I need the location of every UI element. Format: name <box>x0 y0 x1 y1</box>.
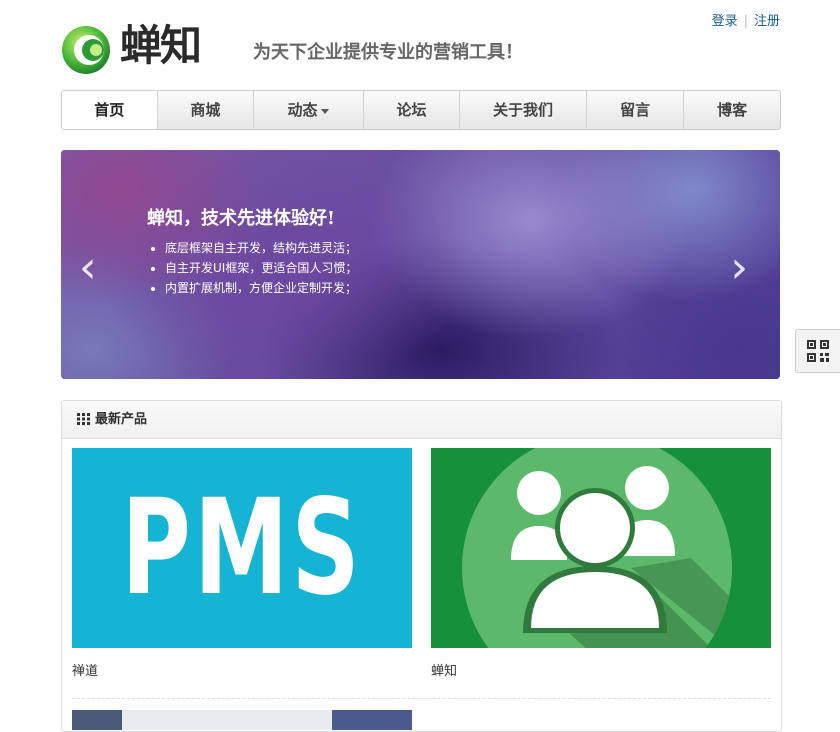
carousel-feature-item: 自主开发UI框架，更适合国人习惯； <box>165 258 357 278</box>
nav-item-forum[interactable]: 论坛 <box>364 91 461 129</box>
site-slogan: 为天下企业提供专业的营销工具！ <box>253 42 523 63</box>
panel-heading: 最新产品 <box>62 401 781 439</box>
panel-title: 最新产品 <box>95 412 148 427</box>
nav-item-label: 论坛 <box>396 101 427 119</box>
nav-item-home[interactable]: 首页 <box>62 91 158 129</box>
row-divider <box>72 698 771 699</box>
product-card-chanzhi[interactable]: 蝉知 <box>431 448 771 679</box>
nav-item-label: 动态 <box>287 101 318 119</box>
nav-item-about[interactable]: 关于我们 <box>460 91 587 129</box>
latest-products-panel: 最新产品 PMS 禅道 蝉知 <box>61 400 782 732</box>
product-card-chandao[interactable]: PMS 禅道 <box>72 448 412 679</box>
pms-logo-text: PMS <box>121 471 363 625</box>
product-image-pms[interactable]: PMS <box>72 448 412 648</box>
nav-item-message[interactable]: 留言 <box>587 91 685 129</box>
site-logo[interactable]: 蝉知 <box>60 20 230 76</box>
link-separator: | <box>743 14 748 29</box>
users-group-icon <box>462 448 732 648</box>
nav-item-label: 首页 <box>94 101 125 119</box>
logo-mark-icon <box>62 26 110 74</box>
nav-item-blog[interactable]: 博客 <box>684 91 780 129</box>
login-link[interactable]: 登录 <box>712 14 738 29</box>
logo-text: 蝉知 <box>120 21 202 70</box>
qrcode-button[interactable] <box>795 329 840 373</box>
register-link[interactable]: 注册 <box>754 14 780 29</box>
chevron-left-icon[interactable]: ‹ <box>79 246 97 290</box>
hero-carousel[interactable]: 蝉知，技术先进体验好! 底层框架自主开发，结构先进灵活； 自主开发UI框架，更适… <box>61 150 780 379</box>
product-image-chanzhi[interactable] <box>431 448 771 648</box>
qrcode-icon <box>807 340 829 362</box>
product-caption[interactable]: 禅道 <box>72 660 412 679</box>
top-user-links: 登录 | 注册 <box>712 10 780 29</box>
carousel-feature-list: 底层框架自主开发，结构先进灵活； 自主开发UI框架，更适合国人习惯； 内置扩展机… <box>149 238 357 298</box>
next-row-product-preview[interactable] <box>72 710 412 730</box>
product-caption[interactable]: 蝉知 <box>431 660 771 679</box>
nav-item-label: 留言 <box>620 101 651 119</box>
nav-item-news[interactable]: 动态 <box>254 91 364 129</box>
chevron-right-icon[interactable]: › <box>730 246 748 290</box>
carousel-title: 蝉知，技术先进体验好! <box>147 208 335 229</box>
carousel-feature-item: 内置扩展机制，方便企业定制开发； <box>165 278 357 298</box>
nav-item-label: 博客 <box>717 101 748 119</box>
nav-item-label: 关于我们 <box>493 101 554 119</box>
caret-down-icon <box>321 108 330 114</box>
grid-icon <box>77 412 90 425</box>
nav-item-shop[interactable]: 商城 <box>158 91 255 129</box>
main-nav: 首页 商城 动态 论坛 关于我们 留言 博客 <box>61 90 781 130</box>
nav-item-label: 商城 <box>190 101 221 119</box>
carousel-feature-item: 底层框架自主开发，结构先进灵活； <box>165 238 357 258</box>
